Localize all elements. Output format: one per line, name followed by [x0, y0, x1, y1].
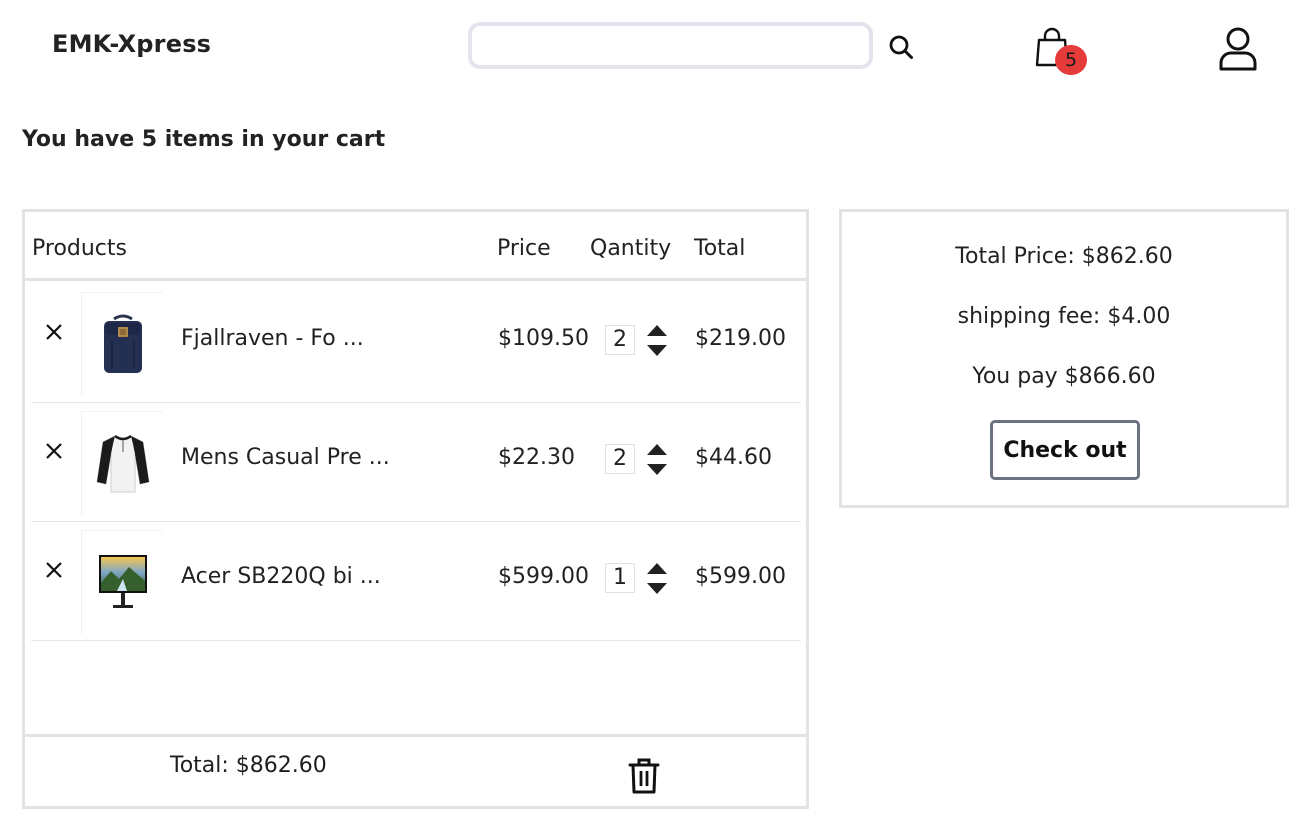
search-input[interactable]	[472, 26, 869, 65]
decrease-quantity-icon[interactable]	[645, 343, 669, 359]
cart-table: Products Price Qantity Total Fjallraven …	[22, 209, 809, 809]
trash-icon	[628, 758, 660, 794]
user-icon	[1219, 27, 1257, 71]
product-price: $22.30	[498, 445, 575, 470]
line-total: $219.00	[695, 326, 786, 351]
remove-item-button[interactable]	[42, 439, 66, 463]
order-summary: Total Price: $862.60 shipping fee: $4.00…	[839, 209, 1289, 508]
table-footer: Total: $862.60	[25, 734, 806, 806]
cart-total: Total: $862.60	[170, 753, 327, 778]
summary-you-pay: You pay $866.60	[972, 364, 1156, 389]
search-button[interactable]	[885, 31, 917, 63]
product-price: $109.50	[498, 326, 589, 351]
monitor-image	[98, 554, 147, 608]
table-row: Fjallraven - Fo ... $109.50 2 $219.00	[31, 284, 801, 403]
product-image	[81, 411, 163, 515]
decrease-quantity-icon[interactable]	[645, 581, 669, 597]
remove-item-button[interactable]	[42, 320, 66, 344]
close-icon	[46, 443, 62, 459]
decrease-quantity-icon[interactable]	[645, 462, 669, 478]
cart-count-badge: 5	[1055, 45, 1087, 75]
column-header-quantity: Qantity	[590, 236, 672, 261]
header: EMK-Xpress 5	[0, 0, 1306, 95]
cart-heading: You have 5 items in your cart	[22, 127, 386, 152]
column-header-products: Products	[32, 236, 127, 261]
line-total: $599.00	[695, 564, 786, 589]
increase-quantity-icon[interactable]	[645, 322, 669, 338]
brand-logo[interactable]: EMK-Xpress	[52, 30, 211, 58]
product-name[interactable]: Fjallraven - Fo ...	[181, 326, 364, 351]
column-header-total: Total	[694, 236, 746, 261]
remove-item-button[interactable]	[42, 558, 66, 582]
user-account-button[interactable]	[1216, 26, 1260, 72]
raglan-shirt-image	[95, 434, 150, 492]
close-icon	[46, 562, 62, 578]
line-total: $44.60	[695, 445, 772, 470]
product-image	[81, 530, 163, 634]
quantity-value[interactable]: 1	[605, 563, 635, 593]
backpack-image	[103, 314, 142, 373]
column-header-price: Price	[497, 236, 551, 261]
increase-quantity-icon[interactable]	[645, 441, 669, 457]
summary-total-price: Total Price: $862.60	[955, 244, 1173, 269]
cart-button[interactable]: 5	[1032, 27, 1088, 77]
summary-shipping-fee: shipping fee: $4.00	[957, 304, 1171, 329]
checkout-button[interactable]: Check out	[990, 420, 1140, 480]
product-price: $599.00	[498, 564, 589, 589]
table-row: Mens Casual Pre ... $22.30 2 $44.60	[31, 403, 801, 522]
close-icon	[46, 324, 62, 340]
search-box[interactable]	[468, 22, 873, 69]
search-icon	[889, 35, 913, 59]
product-name[interactable]: Mens Casual Pre ...	[181, 445, 390, 470]
product-name[interactable]: Acer SB220Q bi ...	[181, 564, 381, 589]
table-header: Products Price Qantity Total	[25, 212, 806, 281]
quantity-value[interactable]: 2	[605, 325, 635, 355]
table-row: Acer SB220Q bi ... $599.00 1 $599.00	[31, 522, 801, 641]
increase-quantity-icon[interactable]	[645, 560, 669, 576]
clear-cart-button[interactable]	[627, 757, 661, 795]
product-image	[81, 292, 163, 396]
quantity-value[interactable]: 2	[605, 444, 635, 474]
